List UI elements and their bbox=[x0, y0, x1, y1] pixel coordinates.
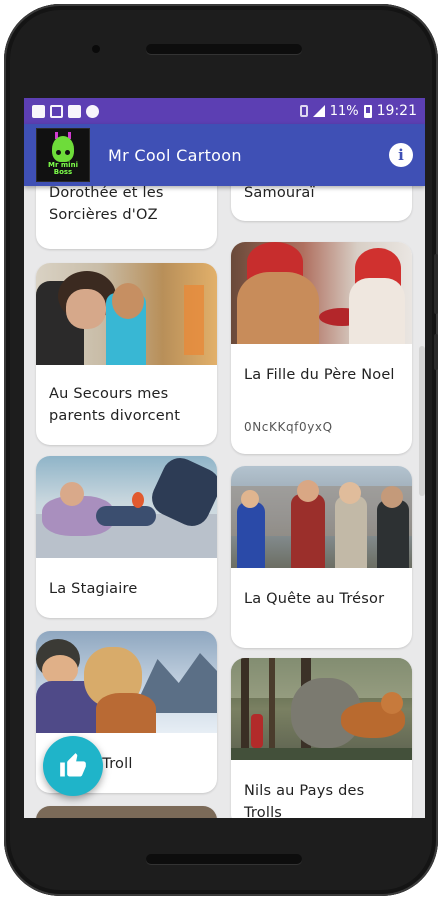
clock: 19:21 bbox=[376, 103, 417, 119]
video-id: 0NcKKqf0yxQ bbox=[244, 420, 333, 434]
video-title: Au Secours mes parents divorcent bbox=[49, 386, 181, 424]
power-button bbox=[434, 334, 438, 370]
video-title: La Stagiaire bbox=[49, 581, 138, 597]
battery-icon bbox=[363, 104, 372, 118]
video-card[interactable]: Nils au Pays des Trolls bbox=[231, 658, 412, 818]
video-title: Nils au Pays des Trolls bbox=[244, 783, 365, 818]
video-thumbnail bbox=[36, 263, 217, 365]
video-thumbnail bbox=[231, 658, 412, 760]
app-logo: Mr mini Boss bbox=[36, 128, 90, 182]
signal-icon bbox=[312, 105, 325, 117]
scrollbar[interactable] bbox=[419, 346, 425, 496]
screen: 11% 19:21 Mr mini Boss Mr Cool Cartoon i bbox=[24, 98, 425, 818]
notification-flipboard-icon bbox=[68, 104, 81, 118]
video-card[interactable]: La Fille du Père Noel 0NcKKqf0yxQ bbox=[231, 242, 412, 454]
notification-flipboard-icon bbox=[32, 104, 45, 118]
phone-frame: 11% 19:21 Mr mini Boss Mr Cool Cartoon i bbox=[4, 4, 438, 896]
battery-percent: 11% bbox=[329, 103, 359, 119]
bottom-speaker bbox=[146, 854, 302, 864]
like-button[interactable] bbox=[43, 736, 103, 796]
video-thumbnail bbox=[231, 242, 412, 344]
notification-chat-icon bbox=[86, 104, 99, 118]
video-title: La Fille du Père Noel bbox=[244, 367, 395, 383]
video-thumbnail bbox=[36, 456, 217, 558]
video-title: La Quête au Trésor bbox=[244, 591, 385, 607]
vibrate-icon bbox=[299, 105, 308, 117]
video-card[interactable] bbox=[36, 806, 217, 818]
top-speaker bbox=[146, 44, 302, 54]
video-card[interactable]: La Quête au Trésor bbox=[231, 466, 412, 648]
info-icon[interactable]: i bbox=[389, 143, 413, 167]
logo-text: Mr mini Boss bbox=[48, 161, 78, 176]
video-thumbnail bbox=[36, 631, 217, 733]
volume-button bbox=[434, 254, 438, 314]
video-title: Dorothée et les Sorcières d'OZ bbox=[49, 185, 164, 223]
front-camera bbox=[92, 45, 100, 53]
app-title: Mr Cool Cartoon bbox=[108, 145, 242, 165]
video-card[interactable]: La Stagiaire bbox=[36, 456, 217, 618]
app-bar: Mr mini Boss Mr Cool Cartoon i bbox=[24, 124, 425, 186]
video-grid: Dorothée et les Sorcières d'OZ Samouraï … bbox=[24, 166, 425, 818]
thumbs-up-icon bbox=[60, 753, 86, 777]
status-bar: 11% 19:21 bbox=[24, 98, 425, 124]
video-card[interactable]: Au Secours mes parents divorcent bbox=[36, 263, 217, 445]
notification-keyboard-icon bbox=[50, 104, 63, 118]
video-thumbnail bbox=[231, 466, 412, 568]
